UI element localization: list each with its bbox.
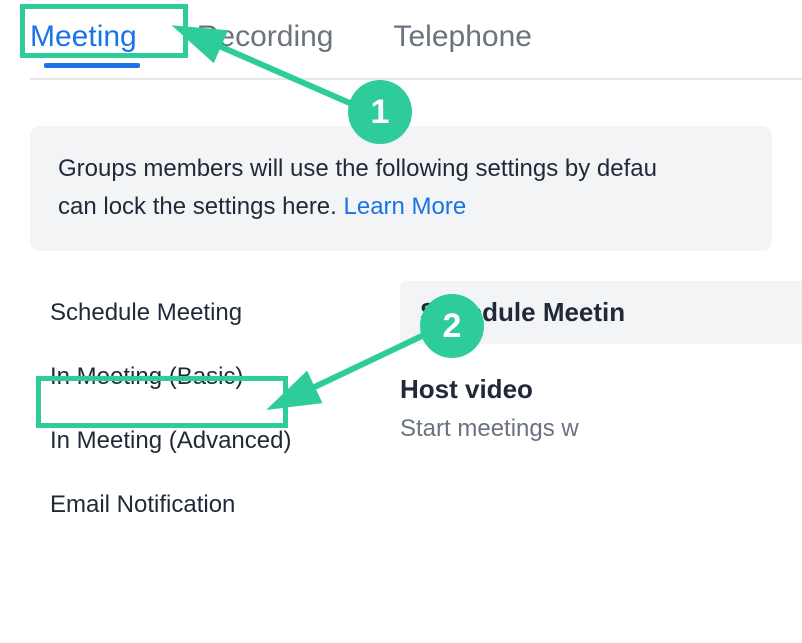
info-text-line1: Groups members will use the following se… xyxy=(58,155,657,182)
info-text-line2: can lock the settings here. xyxy=(58,193,344,220)
tab-telephone[interactable]: Telephone xyxy=(393,20,531,66)
info-banner: Groups members will use the following se… xyxy=(30,126,772,251)
tab-bar: Meeting Recording Telephone xyxy=(0,0,802,66)
section-header-schedule-meeting: Schedule Meetin xyxy=(400,281,802,344)
tab-divider xyxy=(30,78,802,80)
sidebar-item-schedule-meeting[interactable]: Schedule Meeting xyxy=(50,281,360,345)
learn-more-link[interactable]: Learn More xyxy=(344,193,467,220)
settings-sidebar: Schedule Meeting In Meeting (Basic) In M… xyxy=(0,281,360,537)
main-panel: Schedule Meetin Host video Start meeting… xyxy=(360,281,802,537)
content-area: Schedule Meeting In Meeting (Basic) In M… xyxy=(0,281,802,537)
active-tab-underline xyxy=(44,63,140,68)
tab-recording[interactable]: Recording xyxy=(197,20,334,66)
sidebar-item-in-meeting-advanced[interactable]: In Meeting (Advanced) xyxy=(50,409,360,473)
tab-meeting[interactable]: Meeting xyxy=(30,20,137,66)
sidebar-item-email-notification[interactable]: Email Notification xyxy=(50,473,360,537)
setting-host-video-title: Host video xyxy=(400,374,802,405)
sidebar-item-in-meeting-basic[interactable]: In Meeting (Basic) xyxy=(50,345,360,409)
setting-host-video-desc: Start meetings w xyxy=(400,415,802,443)
